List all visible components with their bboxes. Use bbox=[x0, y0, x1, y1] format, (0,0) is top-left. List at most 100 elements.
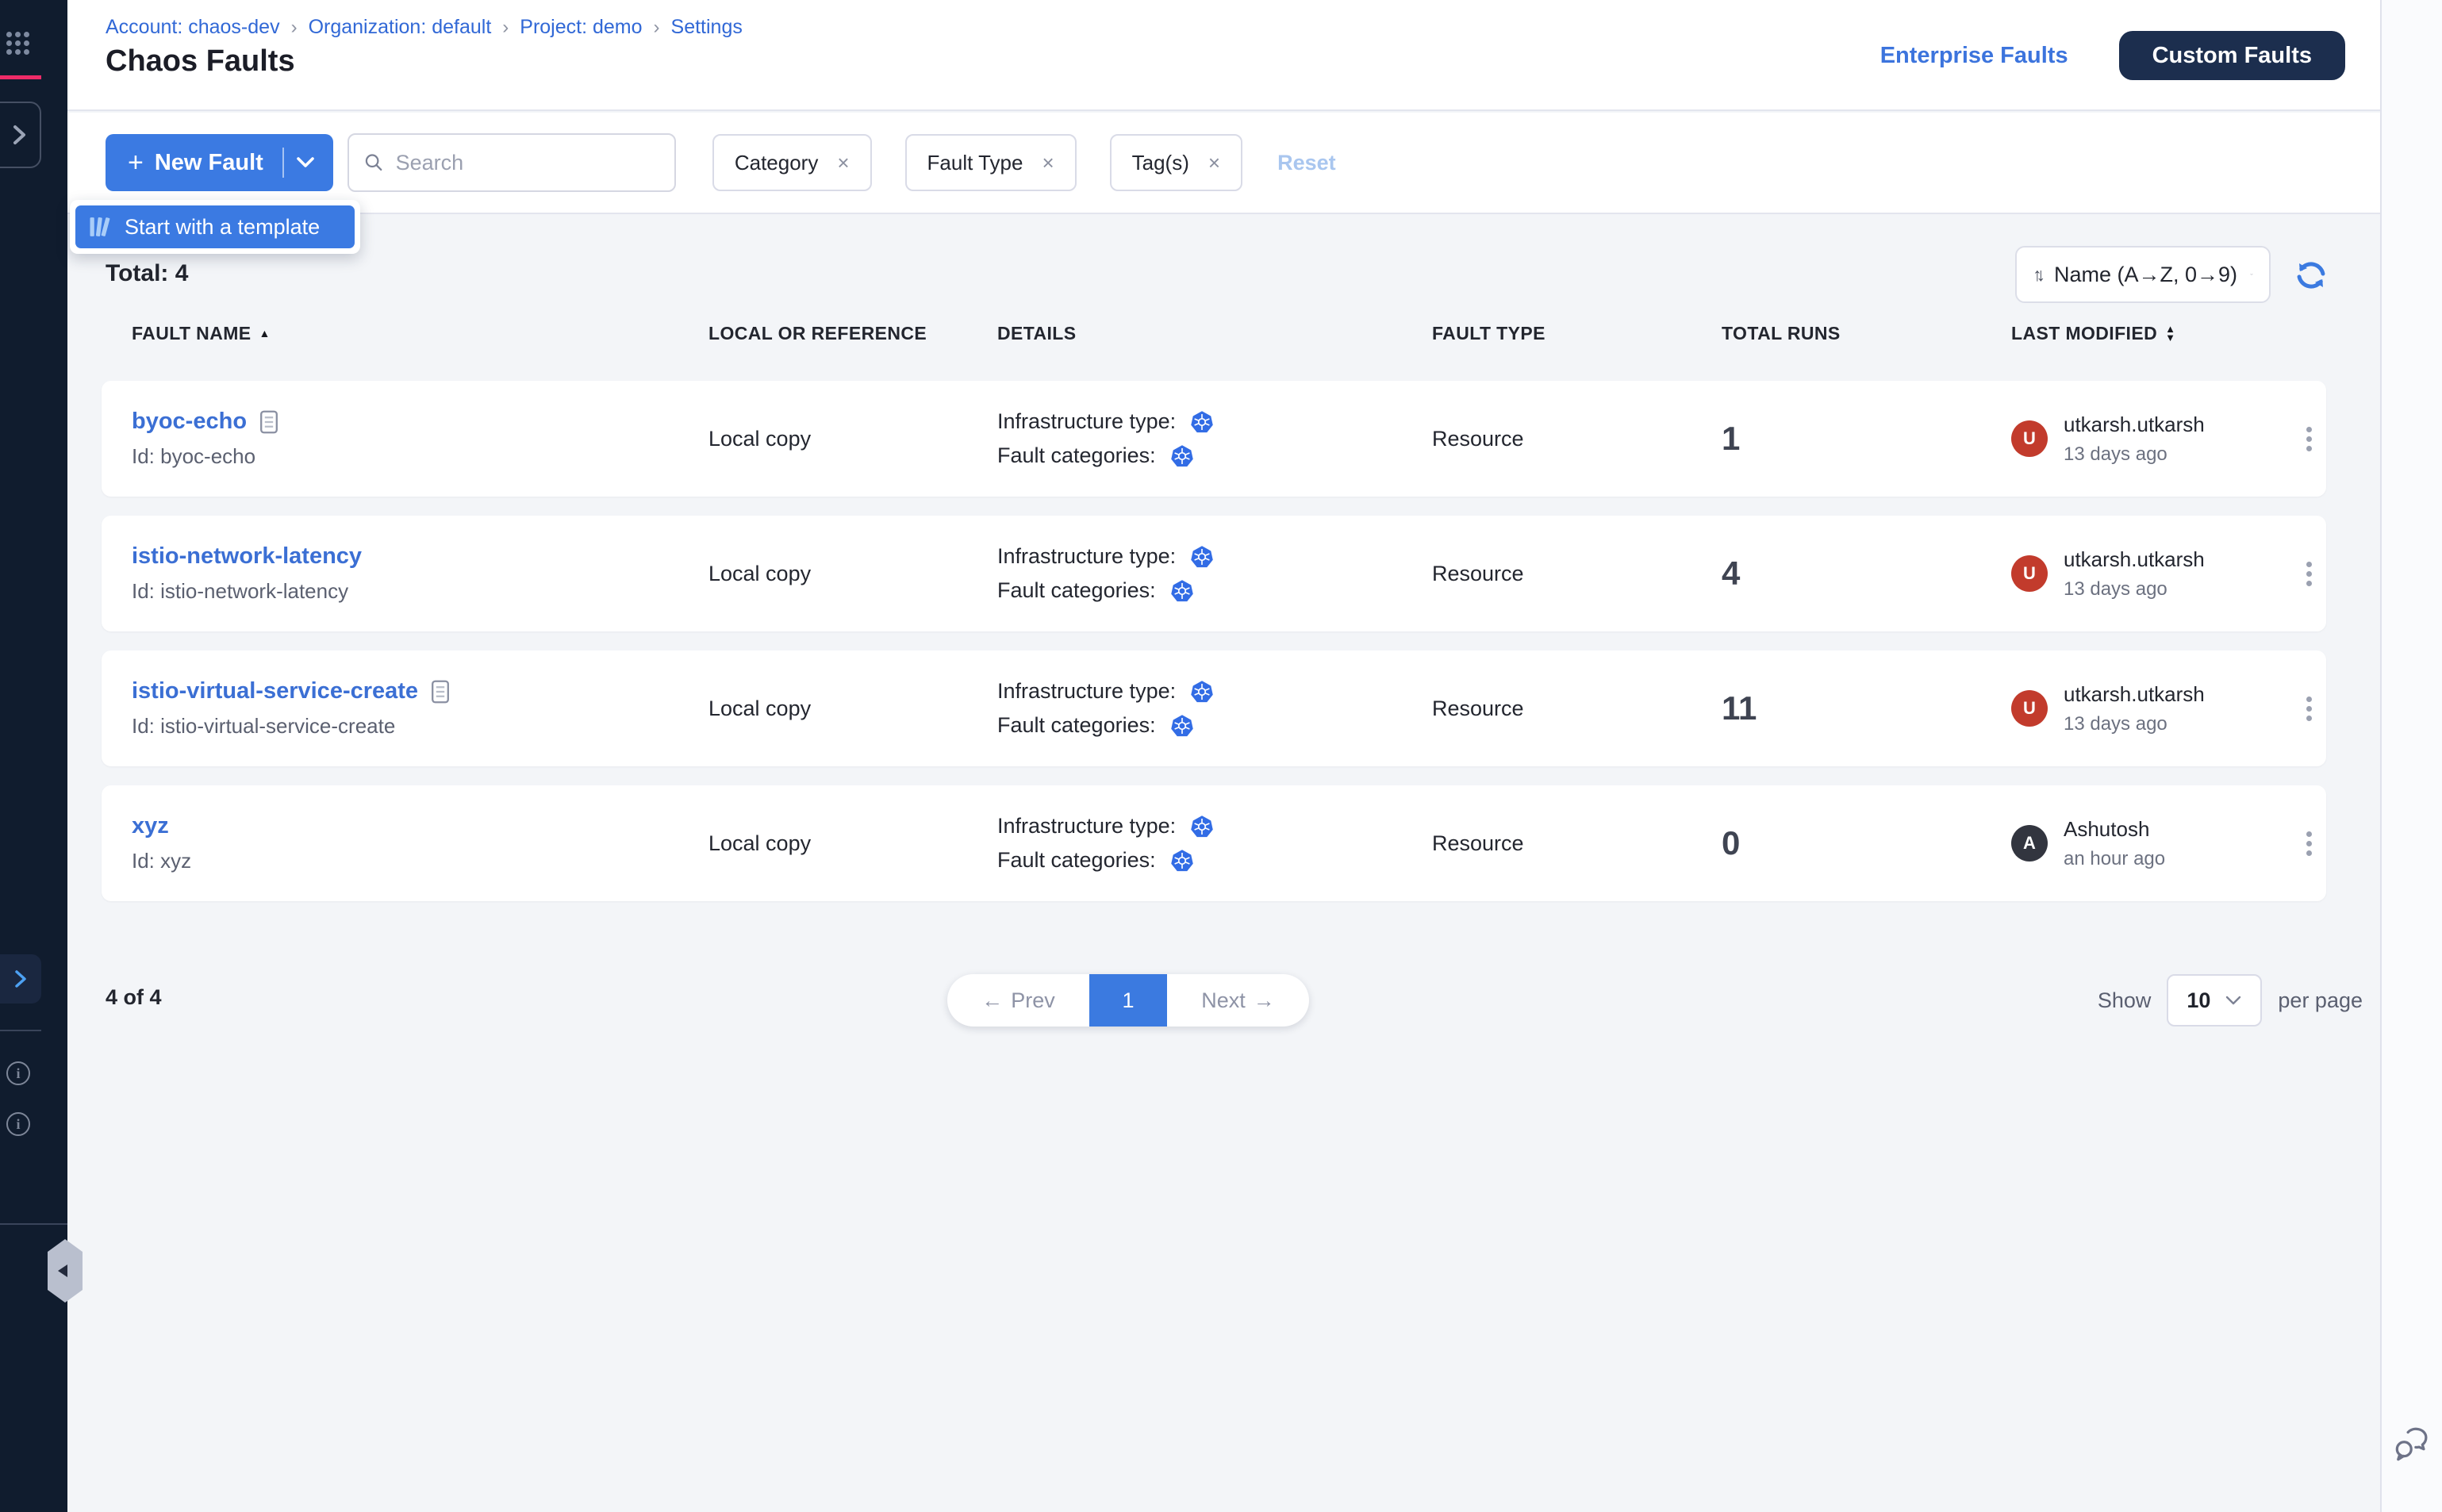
row-menu-button[interactable] bbox=[2298, 554, 2320, 594]
page-number-button[interactable]: 1 bbox=[1089, 974, 1167, 1027]
kubernetes-icon bbox=[1170, 579, 1194, 603]
search-box bbox=[347, 133, 676, 192]
column-header-fault-name[interactable]: FAULT NAME ▲ bbox=[132, 323, 708, 344]
fault-type-cell: Resource bbox=[1432, 831, 1722, 856]
script-icon[interactable] bbox=[431, 680, 450, 704]
fault-row: xyz Id: xyz Local copy Infrastructure ty… bbox=[102, 785, 2326, 901]
chat-support-icon[interactable] bbox=[2391, 1424, 2432, 1469]
breadcrumb-account[interactable]: Account: chaos-dev bbox=[106, 16, 280, 39]
filter-chip-fault-type[interactable]: Fault Type × bbox=[905, 134, 1077, 191]
info-icon[interactable]: i bbox=[6, 1061, 30, 1085]
plus-icon: + bbox=[128, 149, 144, 176]
sidebar-divider bbox=[0, 1030, 41, 1031]
search-input[interactable] bbox=[396, 151, 660, 175]
modified-time: 13 days ago bbox=[2064, 443, 2205, 466]
breadcrumb-separator: › bbox=[502, 17, 509, 39]
modified-by: utkarsh.utkarsh bbox=[2064, 682, 2205, 707]
header-actions: Enterprise Faults Custom Faults bbox=[1880, 0, 2345, 111]
close-icon[interactable]: × bbox=[1208, 151, 1220, 175]
avatar: A bbox=[2011, 825, 2048, 862]
reset-filters-link[interactable]: Reset bbox=[1277, 151, 1336, 175]
chevron-down-icon bbox=[2225, 995, 2242, 1006]
close-icon[interactable]: × bbox=[1042, 151, 1054, 175]
page-size-control: Show 10 per page bbox=[2098, 974, 2363, 1027]
row-menu-button[interactable] bbox=[2298, 823, 2320, 864]
avatar: U bbox=[2011, 555, 2048, 592]
local-or-reference-cell: Local copy bbox=[708, 697, 997, 721]
info-icon[interactable]: i bbox=[6, 1112, 30, 1136]
modified-by: utkarsh.utkarsh bbox=[2064, 413, 2205, 437]
enterprise-faults-link[interactable]: Enterprise Faults bbox=[1880, 43, 2068, 69]
page-header: Account: chaos-dev › Organization: defau… bbox=[67, 0, 2380, 111]
fault-list-content: Total: 4 ↑↓ Name (A→Z, 0→9) FAULT NAME ▲… bbox=[67, 214, 2380, 1512]
search-icon bbox=[363, 151, 385, 175]
sidebar-collapse-handle[interactable] bbox=[48, 1239, 83, 1307]
table-header-row: FAULT NAME ▲ LOCAL OR REFERENCE DETAILS … bbox=[102, 316, 2326, 351]
kubernetes-icon bbox=[1170, 444, 1194, 468]
page-size-select[interactable]: 10 bbox=[2167, 974, 2262, 1027]
filter-chip-label: Tag(s) bbox=[1132, 151, 1189, 175]
modified-time: 13 days ago bbox=[2064, 578, 2205, 601]
show-label: Show bbox=[2098, 988, 2152, 1013]
column-header-details: DETAILS bbox=[997, 323, 1432, 344]
kubernetes-icon bbox=[1190, 410, 1214, 434]
last-modified-cell: A Ashutosh an hour ago bbox=[2011, 817, 2298, 870]
filter-chip-category[interactable]: Category × bbox=[712, 134, 872, 191]
row-menu-button[interactable] bbox=[2298, 689, 2320, 729]
breadcrumb-organization[interactable]: Organization: default bbox=[309, 16, 492, 39]
sidebar-expand-button[interactable] bbox=[0, 102, 41, 168]
filter-chip-label: Fault Type bbox=[927, 151, 1023, 175]
next-page-button[interactable]: Next → bbox=[1167, 974, 1309, 1027]
chevron-down-icon bbox=[2250, 268, 2253, 281]
details-cell: Infrastructure type: Fault categories: bbox=[997, 814, 1432, 873]
sort-ascending-icon: ▲ bbox=[259, 327, 271, 340]
custom-faults-button[interactable]: Custom Faults bbox=[2119, 31, 2345, 80]
filter-chips: Category × Fault Type × Tag(s) × bbox=[712, 134, 1242, 191]
total-runs-cell: 1 bbox=[1722, 420, 2011, 458]
total-count: Total: 4 bbox=[106, 260, 188, 287]
prev-page-button[interactable]: ← Prev bbox=[947, 974, 1089, 1027]
sidebar-expand-button-secondary[interactable] bbox=[0, 954, 41, 1004]
infrastructure-type-label: Infrastructure type: bbox=[997, 814, 1176, 839]
details-cell: Infrastructure type: Fault categories: bbox=[997, 679, 1432, 738]
local-or-reference-cell: Local copy bbox=[708, 427, 997, 451]
modified-by: Ashutosh bbox=[2064, 817, 2165, 842]
modified-by: utkarsh.utkarsh bbox=[2064, 547, 2205, 572]
sort-arrows-icon: ↑↓ bbox=[2033, 264, 2040, 286]
arrow-left-icon: ← bbox=[981, 988, 1003, 1013]
breadcrumb-separator: › bbox=[291, 17, 298, 39]
row-menu-button[interactable] bbox=[2298, 419, 2320, 459]
breadcrumb-separator: › bbox=[654, 17, 660, 39]
fault-name-link[interactable]: istio-network-latency bbox=[132, 543, 362, 570]
avatar: U bbox=[2011, 690, 2048, 727]
fault-categories-label: Fault categories: bbox=[997, 443, 1156, 468]
column-header-local-or-reference: LOCAL OR REFERENCE bbox=[708, 323, 997, 344]
breadcrumb-settings[interactable]: Settings bbox=[671, 16, 743, 39]
filter-chip-tags[interactable]: Tag(s) × bbox=[1110, 134, 1242, 191]
right-utility-strip bbox=[2380, 0, 2442, 1512]
arrow-right-icon: → bbox=[1254, 988, 1275, 1013]
menu-item-start-with-template[interactable]: Start with a template bbox=[75, 205, 355, 248]
breadcrumb-project[interactable]: Project: demo bbox=[520, 16, 642, 39]
chevron-right-icon bbox=[10, 124, 29, 146]
sort-select[interactable]: ↑↓ Name (A→Z, 0→9) bbox=[2015, 246, 2271, 303]
close-icon[interactable]: × bbox=[837, 151, 849, 175]
new-fault-dropdown-menu: Start with a template bbox=[70, 200, 360, 254]
fault-name-link[interactable]: byoc-echo bbox=[132, 409, 247, 435]
button-divider bbox=[282, 148, 284, 178]
fault-name-link[interactable]: xyz bbox=[132, 813, 169, 839]
chaos-faults-page: i i Account: chaos-dev › Organization: d… bbox=[0, 0, 2442, 1512]
fault-name-link[interactable]: istio-virtual-service-create bbox=[132, 678, 418, 704]
menu-item-label: Start with a template bbox=[125, 215, 320, 240]
column-header-last-modified[interactable]: LAST MODIFIED ▲▼ bbox=[2011, 323, 2298, 344]
app-grid-icon[interactable] bbox=[6, 32, 30, 55]
refresh-button[interactable] bbox=[2293, 257, 2329, 294]
fault-type-cell: Resource bbox=[1432, 427, 1722, 451]
filter-chip-label: Category bbox=[735, 151, 819, 175]
fault-categories-label: Fault categories: bbox=[997, 713, 1156, 738]
chevron-down-icon[interactable] bbox=[295, 155, 316, 170]
fault-categories-label: Fault categories: bbox=[997, 848, 1156, 873]
new-fault-button[interactable]: + New Fault bbox=[106, 134, 333, 191]
script-icon[interactable] bbox=[259, 410, 278, 434]
total-runs-cell: 11 bbox=[1722, 689, 2011, 727]
